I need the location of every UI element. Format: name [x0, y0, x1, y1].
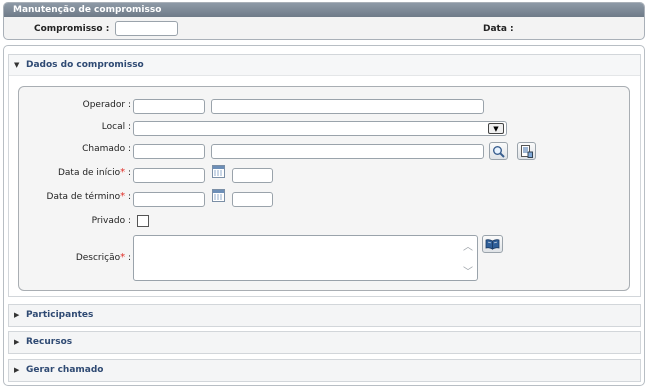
- section-recursos[interactable]: ▶ Recursos: [8, 331, 641, 354]
- section-gerar-chamado[interactable]: ▶ Gerar chamado: [8, 359, 641, 382]
- book-button[interactable]: [482, 235, 503, 253]
- search-icon: [493, 145, 505, 158]
- expand-arrow-icon: ▶: [14, 338, 20, 346]
- section-gerar-chamado-header[interactable]: ▶ Gerar chamado: [9, 360, 640, 381]
- collapse-arrow-icon: ▼: [14, 61, 20, 69]
- scroll-up-icon[interactable]: ︿: [463, 238, 473, 253]
- privado-checkbox[interactable]: [137, 215, 149, 227]
- main-container: ▼ Dados do compromisso Operador : Local …: [3, 45, 645, 386]
- section-participantes-header[interactable]: ▶ Participantes: [9, 305, 640, 326]
- compromisso-label: Compromisso :: [34, 24, 110, 34]
- compromisso-input[interactable]: [115, 21, 178, 36]
- section-dados-header[interactable]: ▼ Dados do compromisso: [9, 55, 640, 76]
- header-row: Compromisso : Data :: [4, 17, 644, 39]
- section-dados-label: Dados do compromisso: [26, 60, 144, 70]
- descricao-label: Descrição* :: [75, 252, 131, 263]
- section-participantes-label: Participantes: [26, 310, 94, 320]
- page-title: Manutenção de compromisso: [4, 3, 644, 17]
- section-dados: ▼ Dados do compromisso Operador : Local …: [8, 54, 641, 297]
- data-termino-time-input[interactable]: [232, 192, 273, 207]
- operador-label: Operador :: [82, 100, 131, 110]
- calendar-icon[interactable]: [212, 189, 225, 202]
- data-inicio-time-input[interactable]: [232, 168, 273, 183]
- descricao-textarea[interactable]: ︿ ﹀: [133, 235, 478, 281]
- section-recursos-header[interactable]: ▶ Recursos: [9, 332, 640, 353]
- local-label: Local :: [101, 122, 131, 132]
- chamado-label: Chamado :: [82, 144, 131, 154]
- book-icon: [485, 238, 500, 250]
- header-panel: Manutenção de compromisso Compromisso : …: [3, 2, 645, 40]
- data-inicio-date-input[interactable]: [133, 168, 205, 183]
- document-icon: [521, 144, 533, 158]
- detail-button[interactable]: [517, 142, 536, 160]
- operador-code-input[interactable]: [133, 99, 205, 114]
- scroll-down-icon[interactable]: ﹀: [463, 263, 473, 278]
- operador-name-input[interactable]: [211, 99, 484, 114]
- data-termino-label: Data de término* :: [46, 191, 131, 202]
- section-participantes[interactable]: ▶ Participantes: [8, 304, 641, 327]
- local-select[interactable]: ▼: [133, 121, 507, 136]
- textarea-scrollbar[interactable]: ︿ ﹀: [461, 236, 477, 280]
- chevron-down-icon[interactable]: ▼: [488, 123, 504, 134]
- expand-arrow-icon: ▶: [14, 366, 20, 374]
- data-inicio-label: Data de início* :: [57, 167, 131, 178]
- data-label: Data :: [483, 24, 514, 34]
- chamado-code-input[interactable]: [133, 144, 205, 159]
- privado-label: Privado :: [91, 216, 131, 226]
- section-recursos-label: Recursos: [26, 337, 73, 347]
- calendar-icon[interactable]: [212, 165, 225, 178]
- search-button[interactable]: [489, 142, 508, 160]
- expand-arrow-icon: ▶: [14, 311, 20, 319]
- data-termino-date-input[interactable]: [133, 192, 205, 207]
- section-gerar-chamado-label: Gerar chamado: [26, 365, 104, 375]
- dados-fieldset: Operador : Local : ▼ Chamado : Data de i…: [18, 86, 630, 291]
- chamado-desc-input[interactable]: [211, 144, 484, 159]
